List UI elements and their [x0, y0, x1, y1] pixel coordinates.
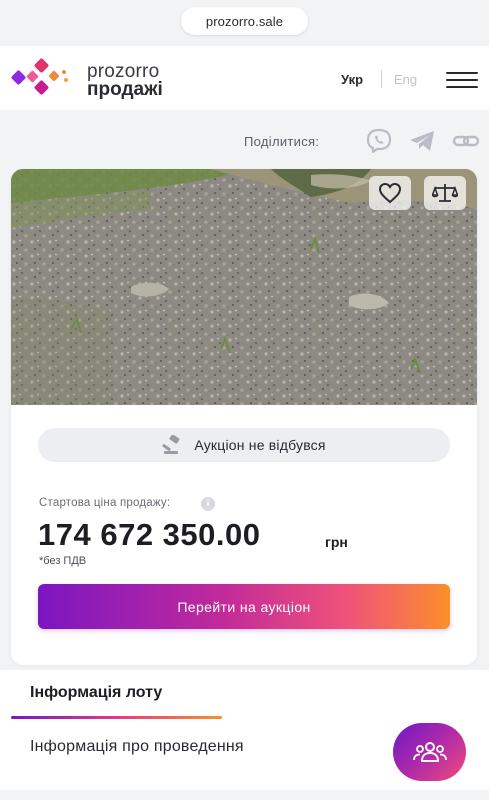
- bottom-edge: [0, 790, 489, 800]
- heart-icon: [378, 182, 402, 204]
- url-field[interactable]: prozorro.sale: [181, 7, 308, 35]
- telegram-icon[interactable]: [408, 128, 436, 154]
- auction-status-badge: Аукціон не відбувся: [38, 428, 450, 462]
- go-to-auction-button[interactable]: Перейти на аукціон: [38, 584, 450, 629]
- vat-note: *без ПДВ: [39, 555, 87, 567]
- link-icon[interactable]: [452, 128, 480, 154]
- community-fab-button[interactable]: [393, 723, 466, 781]
- info-icon[interactable]: i: [201, 497, 215, 511]
- start-price-label: Стартова ціна продажу:: [39, 497, 171, 509]
- scales-icon: [432, 184, 458, 202]
- tab-conduct-info[interactable]: Інформація про проведення: [30, 738, 244, 756]
- lang-eng-link[interactable]: Eng: [394, 72, 417, 87]
- active-tab-indicator: [11, 716, 222, 719]
- gavel-icon: [162, 435, 180, 454]
- price-currency: грн: [325, 534, 348, 550]
- auction-status-text: Аукціон не відбувся: [194, 437, 326, 453]
- share-label: Поділитися:: [244, 134, 320, 149]
- url-text: prozorro.sale: [205, 13, 284, 29]
- go-to-auction-label: Перейти на аукціон: [177, 598, 311, 615]
- lot-tabs: Інформація лоту Інформація про проведенн…: [0, 670, 489, 800]
- viber-icon[interactable]: [365, 128, 393, 154]
- site-header: prozorro продажі Укр Eng: [0, 46, 489, 110]
- lang-separator: [381, 70, 382, 88]
- lot-card: Аукціон не відбувся Стартова ціна продаж…: [11, 169, 477, 665]
- prozorro-logo[interactable]: [10, 58, 74, 98]
- compare-button[interactable]: [424, 176, 466, 210]
- hamburger-menu-icon[interactable]: [446, 70, 478, 90]
- people-group-icon: [412, 742, 447, 762]
- lang-ukr-link[interactable]: Укр: [341, 72, 363, 87]
- browser-url-bar: prozorro.sale: [0, 0, 489, 44]
- brand-name-bottom: продажі: [87, 79, 163, 100]
- start-price-value: 174 672 350.00: [38, 517, 261, 552]
- tab-lot-info[interactable]: Інформація лоту: [30, 684, 162, 702]
- favorite-button[interactable]: [369, 176, 411, 210]
